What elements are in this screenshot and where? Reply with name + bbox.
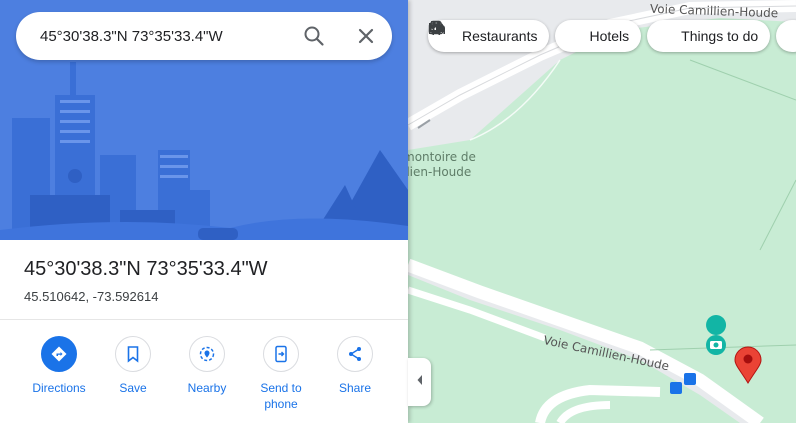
chevron-left-icon [416,373,424,391]
collapse-panel-button[interactable] [408,358,431,406]
chip-things-to-do[interactable]: Things to do [428,20,771,52]
chip-label: Restaurants [462,28,538,44]
chip-label: Things to do [681,28,759,44]
bed-icon [429,23,583,45]
category-chips: Restaurants Hotels Things to do [428,20,796,52]
share-button[interactable]: Share [318,336,392,412]
decimal-coordinates: 45.510642, -73.592614 [24,289,159,304]
send-to-phone-icon [263,336,299,372]
share-icon [337,336,373,372]
chip-transit[interactable] [430,20,796,52]
camera-icon [428,21,675,45]
nearby-label: Nearby [187,381,227,395]
directions-button[interactable]: Directions [22,336,96,412]
send-to-phone-button[interactable]: Send to phone [244,336,318,412]
send-to-phone-label: Send to phone [260,381,302,411]
directions-label: Directions [32,381,86,395]
chip-restaurants[interactable]: Restaurants [428,20,550,52]
close-icon[interactable] [354,24,378,48]
transit-icon [430,20,796,45]
action-bar: Directions Save Nearby Send to phone Sha… [22,336,392,412]
search-input[interactable] [40,27,290,45]
save-label: Save [119,381,147,395]
search-box [16,12,392,60]
divider [0,319,408,320]
poi-label-line2: ilien-Houde [403,165,472,179]
share-label: Share [338,381,372,395]
poi-label[interactable]: montoire de ilien-Houde [403,150,476,180]
poi-label-line1: montoire de [403,150,476,164]
nearby-button[interactable]: Nearby [170,336,244,412]
chip-label: Hotels [589,28,630,44]
chip-hotels[interactable]: Hotels [429,20,642,52]
bookmark-icon [115,336,151,372]
save-button[interactable]: Save [96,336,170,412]
side-panel: 45°30'38.3"N 73°35'33.4"W 45.510642, -73… [0,0,408,423]
search-icon[interactable] [302,24,326,48]
nearby-icon [189,336,225,372]
directions-icon [41,336,77,372]
place-title: 45°30'38.3"N 73°35'33.4"W [24,258,268,280]
